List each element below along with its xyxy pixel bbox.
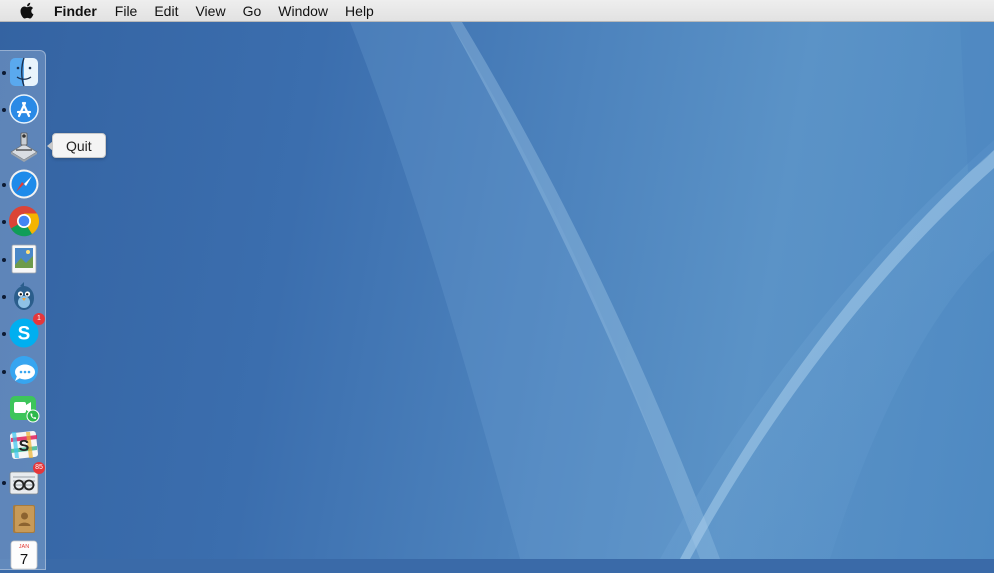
dock-item-messages[interactable] — [2, 355, 42, 389]
menu-view[interactable]: View — [195, 3, 225, 19]
running-indicator — [2, 71, 6, 75]
finder-icon — [10, 57, 38, 87]
dock-item-chrome[interactable] — [2, 205, 42, 239]
app-store-icon — [9, 94, 39, 124]
messages-icon — [10, 356, 38, 384]
running-indicator — [2, 332, 6, 336]
menu-help[interactable]: Help — [345, 3, 374, 19]
dock-item-newsreader[interactable]: 85 — [2, 462, 45, 500]
running-indicator — [2, 108, 6, 112]
svg-text:S: S — [18, 324, 31, 345]
slack-icon: S — [10, 431, 38, 459]
dock-tooltip: Quit — [47, 133, 106, 158]
apple-logo-icon[interactable] — [20, 2, 36, 19]
notification-badge: 85 — [33, 462, 45, 474]
calendar-month: JAN — [19, 544, 29, 550]
dock-item-app-store[interactable] — [2, 93, 42, 127]
menu-window[interactable]: Window — [278, 3, 328, 19]
dock-item-bird-app[interactable] — [2, 280, 42, 314]
scanner-icon — [10, 132, 38, 162]
facetime-icon — [10, 396, 40, 423]
running-indicator — [2, 481, 6, 485]
dock: S 1 S 85 JAN 7 — [0, 50, 46, 570]
running-indicator — [2, 370, 6, 374]
running-indicator — [2, 258, 6, 262]
preview-icon — [11, 244, 37, 274]
menu-go[interactable]: Go — [243, 3, 262, 19]
calendar-day: 7 — [20, 551, 28, 568]
menu-edit[interactable]: Edit — [154, 3, 178, 19]
dock-item-facetime[interactable] — [8, 392, 42, 426]
bird-icon — [14, 282, 34, 310]
notification-badge: 1 — [33, 313, 45, 325]
dock-item-safari[interactable] — [2, 168, 42, 202]
menu-bar: Finder File Edit View Go Window Help — [0, 0, 994, 22]
dock-item-contacts[interactable] — [8, 503, 42, 537]
dock-item-slack[interactable]: S — [8, 429, 42, 463]
menu-finder[interactable]: Finder — [54, 3, 97, 19]
svg-text:S: S — [19, 438, 30, 455]
dock-item-finder[interactable] — [2, 56, 42, 90]
calendar-icon: JAN 7 — [10, 540, 38, 570]
contacts-icon — [13, 505, 35, 533]
chrome-icon — [9, 206, 40, 237]
dock-item-skype[interactable]: S 1 — [2, 313, 45, 351]
safari-icon — [9, 169, 39, 199]
dock-item-preview[interactable] — [2, 243, 42, 277]
running-indicator — [2, 220, 6, 224]
dock-item-scanner[interactable] — [8, 130, 42, 164]
dock-item-calendar[interactable]: JAN 7 — [8, 539, 42, 573]
running-indicator — [2, 183, 6, 187]
running-indicator — [2, 295, 6, 299]
menu-file[interactable]: File — [115, 3, 138, 19]
desktop-wallpaper — [0, 0, 994, 559]
